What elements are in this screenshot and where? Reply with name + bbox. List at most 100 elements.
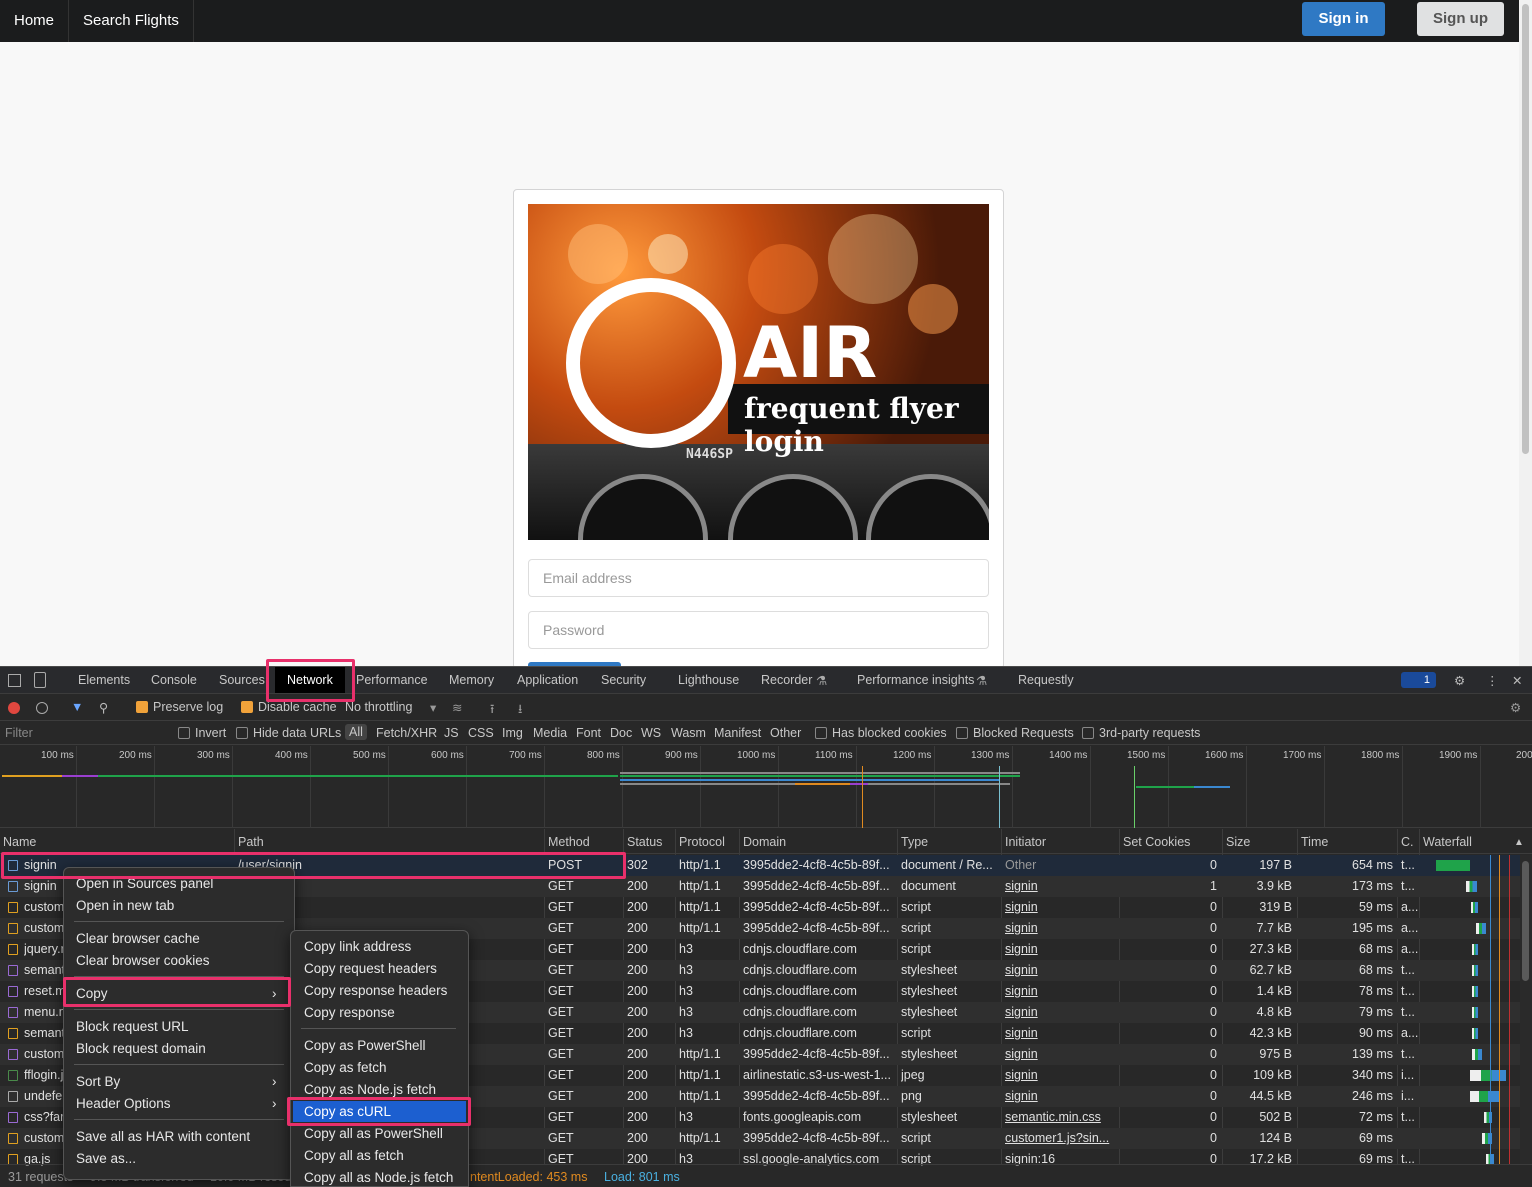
column-method[interactable]: Method [548, 835, 590, 849]
disable-cache-checkbox[interactable]: Disable cache [241, 700, 337, 714]
cell-initiator[interactable]: signin [1005, 984, 1117, 998]
issues-badge[interactable]: 1 [1401, 672, 1436, 688]
cell-initiator[interactable]: signin [1005, 963, 1117, 977]
cell-initiator[interactable]: signin [1005, 1089, 1117, 1103]
more-options-icon[interactable]: ⋮ [1486, 673, 1499, 688]
nav-home[interactable]: Home [0, 0, 70, 42]
column-set-cookies[interactable]: Set Cookies [1123, 835, 1190, 849]
clear-icon[interactable] [36, 702, 48, 714]
menu-open-in-new-tab[interactable]: Open in new tab [76, 898, 174, 913]
network-conditions-icon[interactable]: ≋ [452, 700, 462, 715]
column-domain[interactable]: Domain [743, 835, 786, 849]
tab-application[interactable]: Application [517, 673, 578, 687]
table-scrollbar[interactable] [1520, 855, 1532, 1164]
menu-clear-browser-cookies[interactable]: Clear browser cookies [76, 953, 210, 968]
column-c[interactable]: C. [1401, 835, 1414, 849]
cell-initiator[interactable]: semantic.min.css [1005, 1110, 1117, 1124]
preserve-log-checkbox[interactable]: Preserve log [136, 700, 223, 714]
page-scrollbar[interactable] [1519, 0, 1532, 666]
sign-up-button[interactable]: Sign up [1417, 2, 1504, 36]
cell-initiator[interactable]: signin [1005, 1068, 1117, 1082]
sort-ascending-icon[interactable]: ▲ [1514, 837, 1524, 848]
column-initiator[interactable]: Initiator [1005, 835, 1046, 849]
email-field[interactable]: Email address [528, 559, 989, 597]
filter-type-js[interactable]: JS [444, 726, 459, 740]
filter-type-img[interactable]: Img [502, 726, 523, 740]
tab-recorder[interactable]: Recorder [761, 673, 812, 687]
menu-copy-response-headers[interactable]: Copy response headers [304, 983, 447, 998]
filter-type-css[interactable]: CSS [468, 726, 494, 740]
import-har-icon[interactable]: ⭱ [490, 700, 494, 721]
filter-type-doc[interactable]: Doc [610, 726, 632, 740]
cell-initiator[interactable]: signin [1005, 942, 1117, 956]
tab-elements[interactable]: Elements [78, 673, 130, 687]
menu-copy-all-as-powershell[interactable]: Copy all as PowerShell [304, 1126, 443, 1141]
column-name[interactable]: Name [3, 835, 36, 849]
filter-type-ws[interactable]: WS [641, 726, 661, 740]
menu-copy-as-powershell[interactable]: Copy as PowerShell [304, 1038, 426, 1053]
cell-initiator[interactable]: signin [1005, 879, 1117, 893]
filter-type-media[interactable]: Media [533, 726, 567, 740]
cell-initiator[interactable]: customer1.js?sin... [1005, 1131, 1117, 1145]
nav-search-flights[interactable]: Search Flights [69, 0, 194, 42]
tab-performance[interactable]: Performance [356, 673, 428, 687]
menu-save-all-har[interactable]: Save all as HAR with content [76, 1129, 250, 1144]
tab-console[interactable]: Console [151, 673, 197, 687]
column-time[interactable]: Time [1301, 835, 1328, 849]
tab-memory[interactable]: Memory [449, 673, 494, 687]
menu-save-as[interactable]: Save as... [76, 1151, 136, 1166]
filter-type-other[interactable]: Other [770, 726, 801, 740]
filter-type-manifest[interactable]: Manifest [714, 726, 761, 740]
cell-initiator[interactable]: signin [1005, 1047, 1117, 1061]
cell-initiator[interactable]: signin [1005, 900, 1117, 914]
cell-initiator[interactable]: signin [1005, 921, 1117, 935]
menu-clear-browser-cache[interactable]: Clear browser cache [76, 931, 200, 946]
menu-block-request-domain[interactable]: Block request domain [76, 1041, 206, 1056]
filter-input[interactable]: Filter [5, 726, 33, 740]
export-har-icon[interactable]: ⭳ [518, 700, 522, 721]
settings-icon[interactable]: ⚙ [1454, 673, 1465, 688]
menu-copy-all-as-fetch[interactable]: Copy all as fetch [304, 1148, 404, 1163]
device-toggle-icon[interactable] [34, 672, 46, 688]
record-icon[interactable] [8, 702, 20, 714]
column-path[interactable]: Path [238, 835, 264, 849]
tab-requestly[interactable]: Requestly [1018, 673, 1074, 687]
filter-type-fetch-xhr[interactable]: Fetch/XHR [376, 726, 437, 740]
menu-copy-as-nodejs-fetch[interactable]: Copy as Node.js fetch [304, 1082, 436, 1097]
column-waterfall[interactable]: Waterfall [1423, 835, 1472, 849]
password-field[interactable]: Password [528, 611, 989, 649]
has-blocked-cookies-checkbox[interactable]: Has blocked cookies [815, 726, 947, 740]
cell-initiator[interactable]: signin [1005, 1026, 1117, 1040]
timeline-overview[interactable]: 100 ms 200 ms 300 ms 400 ms 500 ms 600 m… [0, 746, 1532, 828]
column-size[interactable]: Size [1226, 835, 1250, 849]
hide-data-urls-checkbox[interactable]: Hide data URLs [236, 726, 341, 740]
blocked-requests-checkbox[interactable]: Blocked Requests [956, 726, 1074, 740]
column-status[interactable]: Status [627, 835, 662, 849]
network-settings-icon[interactable]: ⚙ [1510, 700, 1521, 715]
menu-header-options[interactable]: Header Options [76, 1096, 171, 1111]
menu-copy-as-fetch[interactable]: Copy as fetch [304, 1060, 387, 1075]
filter-type-all[interactable]: All [345, 724, 367, 740]
invert-checkbox[interactable]: Invert [178, 726, 226, 740]
cell-initiator[interactable]: signin [1005, 1005, 1117, 1019]
tab-security[interactable]: Security [601, 673, 646, 687]
column-protocol[interactable]: Protocol [679, 835, 725, 849]
search-icon[interactable]: ⚲ [99, 700, 108, 715]
third-party-checkbox[interactable]: 3rd-party requests [1082, 726, 1200, 740]
menu-copy-response[interactable]: Copy response [304, 1005, 395, 1020]
close-devtools-icon[interactable]: ✕ [1512, 673, 1522, 688]
sign-in-button[interactable]: Sign in [1302, 2, 1385, 36]
tab-sources[interactable]: Sources [219, 673, 265, 687]
menu-sort-by[interactable]: Sort By [76, 1074, 120, 1089]
column-type[interactable]: Type [901, 835, 928, 849]
throttling-select[interactable]: No throttling [345, 700, 412, 714]
tab-performance-insights[interactable]: Performance insights [857, 673, 974, 687]
menu-copy-all-as-nodejs-fetch[interactable]: Copy all as Node.js fetch [304, 1170, 453, 1185]
menu-copy-request-headers[interactable]: Copy request headers [304, 961, 437, 976]
menu-block-request-url[interactable]: Block request URL [76, 1019, 189, 1034]
tab-lighthouse[interactable]: Lighthouse [678, 673, 739, 687]
filter-type-wasm[interactable]: Wasm [671, 726, 706, 740]
filter-type-font[interactable]: Font [576, 726, 601, 740]
menu-copy-link-address[interactable]: Copy link address [304, 939, 411, 954]
filter-icon[interactable]: ▼ [71, 700, 83, 714]
